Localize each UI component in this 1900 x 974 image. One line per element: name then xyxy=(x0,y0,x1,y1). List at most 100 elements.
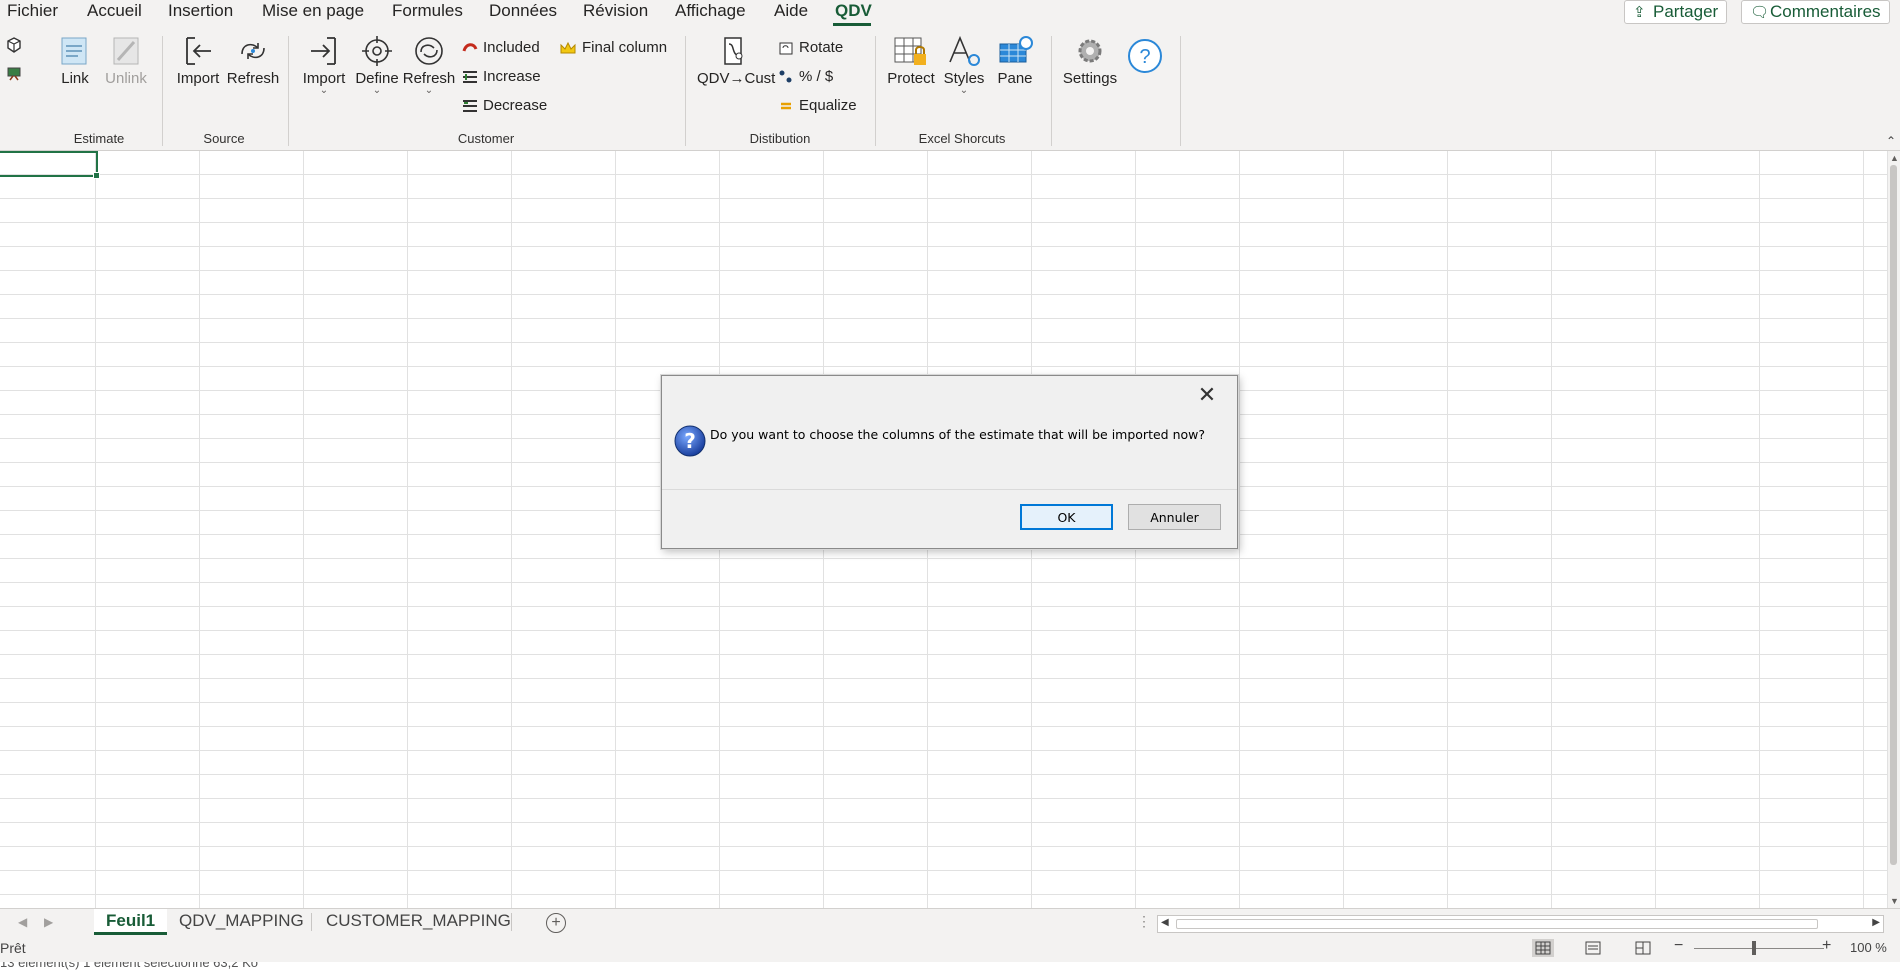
zoom-slider[interactable] xyxy=(1694,948,1824,949)
menu-revision[interactable]: Révision xyxy=(583,0,648,22)
horizontal-scroll-thumb[interactable] xyxy=(1176,919,1818,929)
final-column-button[interactable]: Final column xyxy=(559,37,667,59)
chevron-down-icon: ⌄ xyxy=(424,85,434,96)
increase-label: Increase xyxy=(483,68,541,85)
share-button[interactable]: ⇪ Partager xyxy=(1624,0,1728,24)
zoom-slider-thumb[interactable] xyxy=(1752,941,1756,955)
ribbon-separator xyxy=(875,36,876,146)
source-import-button[interactable]: Import xyxy=(174,34,222,87)
sheet-tab-qdv-mapping[interactable]: QDV_MAPPING xyxy=(167,909,316,935)
scroll-right-icon[interactable]: ▶ xyxy=(1872,917,1880,928)
page-layout-view-icon[interactable] xyxy=(1582,939,1604,957)
scroll-left-icon[interactable]: ◀ xyxy=(1161,917,1169,928)
menu-fichier[interactable]: Fichier xyxy=(7,0,58,22)
help-icon[interactable]: ? xyxy=(1127,38,1163,79)
cube-icon[interactable] xyxy=(6,37,22,58)
scroll-up-icon[interactable]: ▲ xyxy=(1890,153,1899,163)
gear-icon xyxy=(1078,39,1102,63)
zoom-in-button[interactable]: + xyxy=(1822,937,1831,955)
menu-donnees[interactable]: Données xyxy=(489,0,557,22)
equalize-label: Equalize xyxy=(799,97,857,114)
equalize-button[interactable]: Equalize xyxy=(778,95,857,117)
increase-icon xyxy=(463,71,477,84)
qdv-cust-label: QDV→Cust xyxy=(697,70,776,87)
decrease-button[interactable]: Decrease xyxy=(462,95,547,117)
close-icon[interactable]: ✕ xyxy=(1196,384,1218,406)
scroll-down-icon[interactable]: ▼ xyxy=(1890,896,1899,906)
horizontal-scrollbar[interactable]: ◀ ▶ xyxy=(1157,915,1884,933)
chevron-down-icon: ⌄ xyxy=(959,85,969,96)
unlink-button[interactable]: Unlink xyxy=(104,34,148,87)
status-ready: Prêt xyxy=(0,940,26,956)
fill-handle[interactable] xyxy=(93,172,100,179)
equalize-icon xyxy=(781,102,791,110)
split-handle-icon[interactable]: ⋮ xyxy=(1137,913,1151,930)
sheet-tab-feuil1[interactable]: Feuil1 xyxy=(94,909,168,935)
comment-icon: 🗨 xyxy=(1750,4,1770,21)
menu-qdv[interactable]: QDV xyxy=(835,0,872,22)
source-refresh-label: Refresh xyxy=(226,70,280,87)
protect-button[interactable]: Protect xyxy=(886,34,936,87)
ribbon-separator xyxy=(288,36,289,146)
sheet-tab-customer-mapping[interactable]: CUSTOMER_MAPPING xyxy=(314,909,523,935)
group-label-source: Source xyxy=(203,131,245,146)
pane-button[interactable]: Pane xyxy=(993,34,1037,87)
increase-button[interactable]: Increase xyxy=(462,66,541,88)
link-button[interactable]: Link xyxy=(56,34,94,87)
styles-button[interactable]: Styles ⌄ xyxy=(941,34,987,96)
comments-label: Commentaires xyxy=(1770,2,1881,21)
menu-insertion[interactable]: Insertion xyxy=(168,0,233,22)
collapse-ribbon-icon[interactable]: ⌃ xyxy=(1886,134,1896,148)
source-refresh-button[interactable]: Refresh xyxy=(226,34,280,87)
target-icon xyxy=(362,36,392,66)
settings-button[interactable]: Settings xyxy=(1061,34,1119,87)
customer-import-button[interactable]: Import ⌄ xyxy=(300,34,348,96)
question-icon: ? xyxy=(674,425,706,462)
rotate-icon xyxy=(779,42,793,55)
menu-mise-en-page[interactable]: Mise en page xyxy=(262,0,364,22)
active-cell[interactable] xyxy=(0,151,100,179)
menu-aide[interactable]: Aide xyxy=(774,0,808,22)
page-break-view-icon[interactable] xyxy=(1632,939,1654,957)
dialog-divider xyxy=(662,489,1237,490)
ribbon-separator xyxy=(162,36,163,146)
qdv-cust-button[interactable]: QDV→Cust xyxy=(697,34,776,87)
import-icon xyxy=(186,37,211,65)
define-button[interactable]: Define ⌄ xyxy=(353,34,401,96)
group-label-distribution: Distibution xyxy=(749,131,811,146)
pane-label: Pane xyxy=(997,70,1033,87)
ribbon-separator xyxy=(1180,36,1181,146)
normal-view-icon[interactable] xyxy=(1532,939,1554,957)
menu-formules[interactable]: Formules xyxy=(392,0,463,22)
share-icon: ⇪ xyxy=(1633,4,1646,21)
tab-separator xyxy=(311,913,312,931)
menu-accueil[interactable]: Accueil xyxy=(87,0,142,22)
percent-dollar-button[interactable]: % / $ xyxy=(778,66,833,88)
add-sheet-icon[interactable]: + xyxy=(546,913,566,933)
menu-bar: Fichier Accueil Insertion Mise en page F… xyxy=(0,0,1900,26)
scroll-thumb[interactable] xyxy=(1890,165,1897,865)
prev-sheet-icon[interactable]: ◀ xyxy=(18,915,27,929)
easel-icon[interactable] xyxy=(6,66,22,87)
rotate-button[interactable]: Rotate xyxy=(778,37,843,59)
group-label-customer: Customer xyxy=(457,131,515,146)
comments-button[interactable]: 🗨 Commentaires xyxy=(1741,0,1890,24)
pane-icon xyxy=(999,36,1033,63)
percent-dollar-label: % / $ xyxy=(799,68,834,85)
customer-refresh-button[interactable]: Refresh ⌄ xyxy=(402,34,456,96)
ok-button[interactable]: OK xyxy=(1020,504,1113,530)
styles-icon xyxy=(949,35,980,66)
menu-affichage[interactable]: Affichage xyxy=(675,0,746,22)
svg-text:?: ? xyxy=(1139,46,1150,68)
zoom-out-button[interactable]: − xyxy=(1674,937,1683,955)
group-label-estimate: Estimate xyxy=(73,131,125,146)
decrease-icon xyxy=(463,100,477,113)
final-column-label: Final column xyxy=(582,39,668,56)
included-button[interactable]: Included xyxy=(462,37,540,59)
zoom-level[interactable]: 100 % xyxy=(1850,940,1887,955)
dialog-message: Do you want to choose the columns of the… xyxy=(710,427,1206,442)
vertical-scrollbar[interactable]: ▲ ▼ xyxy=(1887,151,1900,908)
refresh-icon xyxy=(415,37,443,65)
next-sheet-icon[interactable]: ▶ xyxy=(44,915,53,929)
cancel-button[interactable]: Annuler xyxy=(1128,504,1221,530)
